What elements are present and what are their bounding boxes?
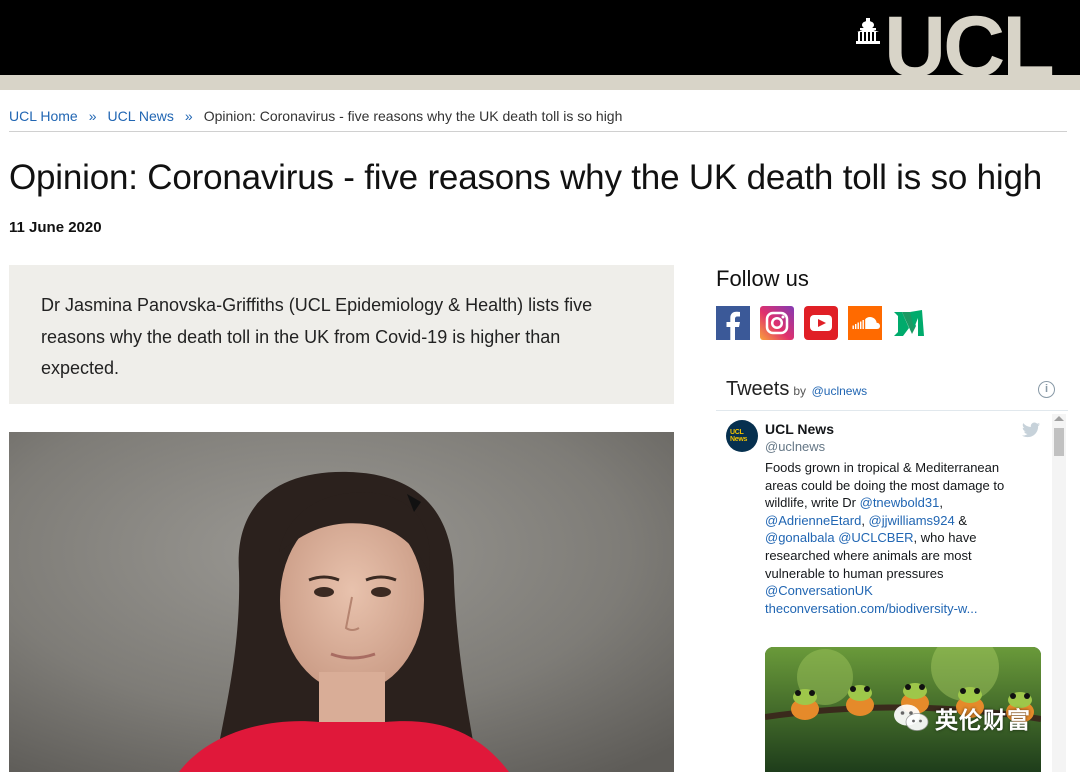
article-date: 11 June 2020	[9, 219, 102, 236]
portrait-image	[9, 432, 674, 772]
facebook-icon[interactable]	[716, 306, 750, 340]
breadcrumb-current: Opinion: Coronavirus - five reasons why …	[203, 108, 623, 124]
avatar[interactable]: UCL News	[726, 420, 758, 452]
tweet-mention[interactable]: @jjwilliams924	[869, 513, 955, 528]
tweets-by-label: by	[793, 384, 807, 398]
social-links	[716, 306, 926, 340]
breadcrumb-separator: »	[88, 108, 97, 124]
breadcrumb-ucl-home[interactable]: UCL Home	[9, 108, 78, 124]
tweet-link[interactable]: theconversation.com/biodiversity-w...	[765, 601, 977, 616]
tweets-heading: Tweets by @uclnews	[726, 378, 867, 401]
tweet-mention[interactable]: @AdrienneEtard	[765, 513, 861, 528]
portico-icon	[856, 18, 880, 44]
tweet-mention[interactable]: @UCLCBER	[838, 530, 913, 545]
tweet-mention[interactable]: @gonalbala	[765, 530, 835, 545]
tweet-text-part: ,	[861, 512, 869, 528]
instagram-icon[interactable]	[760, 306, 794, 340]
follow-us-heading: Follow us	[716, 266, 809, 291]
info-icon[interactable]: i	[1038, 381, 1055, 398]
scroll-up-arrow-icon[interactable]	[1054, 416, 1064, 421]
tweet-text-part: ,	[939, 495, 943, 511]
watermark: 英伦财富	[893, 701, 1031, 735]
divider	[716, 410, 1068, 411]
breadcrumb-ucl-news[interactable]: UCL News	[108, 108, 174, 124]
tweets-handle-link[interactable]: @uclnews	[812, 384, 868, 398]
scrollbar[interactable]	[1052, 414, 1066, 772]
standfirst-text: Dr Jasmina Panovska-Griffiths (UCL Epide…	[41, 295, 593, 378]
soundcloud-icon[interactable]	[848, 306, 882, 340]
tweet-text: Foods grown in tropical & Mediterranean …	[765, 459, 1035, 617]
twitter-bird-icon[interactable]	[1022, 422, 1040, 438]
wechat-icon	[894, 704, 929, 731]
tweet-mention[interactable]: @ConversationUK	[765, 583, 873, 598]
site-header: UCL	[0, 0, 1080, 90]
page-title: Opinion: Coronavirus - five reasons why …	[9, 158, 1043, 197]
tweet-author-name[interactable]: UCL News	[765, 421, 834, 437]
breadcrumb: UCL Home » UCL News » Opinion: Coronavir…	[9, 108, 1067, 132]
breadcrumb-separator: »	[184, 108, 193, 124]
tweet-author-handle[interactable]: @uclnews	[765, 439, 825, 454]
ucl-logo[interactable]: UCL	[856, 4, 1068, 90]
tweets-heading-text: Tweets	[726, 378, 790, 400]
scroll-thumb[interactable]	[1054, 428, 1064, 456]
article-standfirst: Dr Jasmina Panovska-Griffiths (UCL Epide…	[9, 265, 674, 404]
logo-text: UCL	[884, 0, 1055, 95]
tweet-mention[interactable]: @tnewbold31	[860, 495, 940, 510]
article-photo	[9, 432, 674, 772]
youtube-icon[interactable]	[804, 306, 838, 340]
watermark-text: 英伦财富	[935, 707, 1031, 733]
avatar-text: UCL News	[730, 429, 748, 443]
tweet-text-part: &	[954, 512, 968, 528]
medium-icon[interactable]	[892, 306, 926, 340]
